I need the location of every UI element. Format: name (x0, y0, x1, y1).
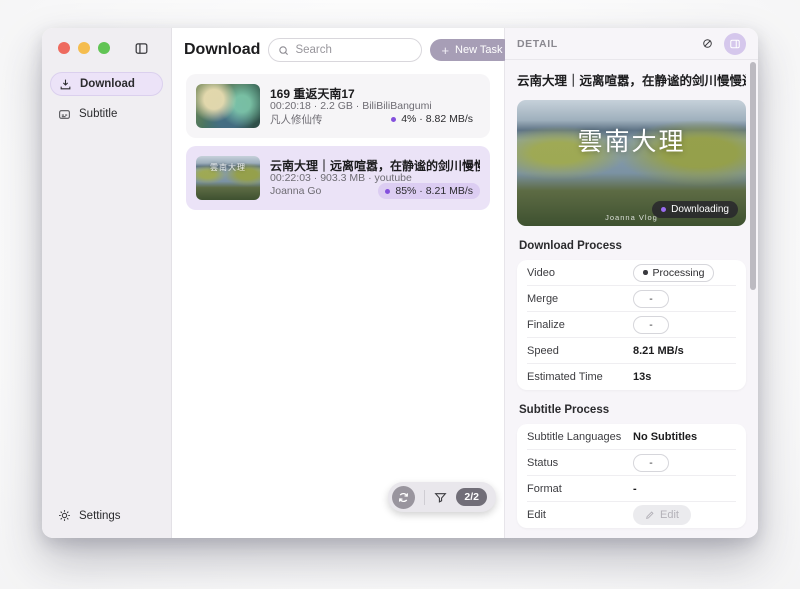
progress-dot-icon (385, 189, 390, 194)
titlebar (50, 28, 163, 68)
task-progress: 85% · 8.21 MB/s (378, 183, 480, 199)
task-list: 169 重返天南17 00:20:18 · 2.2 GB · BiliBiliB… (172, 72, 504, 210)
pencil-icon (645, 510, 655, 520)
pin-button[interactable] (701, 37, 714, 50)
detail-row-speed: Speed 8.21 MB/s (527, 338, 736, 364)
task-card[interactable]: 169 重返天南17 00:20:18 · 2.2 GB · BiliBiliB… (186, 74, 490, 138)
search-icon (278, 45, 289, 56)
subtitle-process-card: Subtitle Languages No Subtitles Status -… (517, 424, 746, 528)
task-counter-badge: 2/2 (456, 488, 487, 506)
task-card-selected[interactable]: 雲南大理 云南大理｜远离喧嚣，在静谧的剑川慢慢... 00:22:03 · 90… (186, 146, 490, 210)
sidebar-item-download[interactable]: Download (50, 72, 163, 96)
detail-row-status: Status - (527, 450, 736, 476)
detail-caption: DETAIL (517, 38, 558, 50)
status-pill: - (633, 316, 669, 334)
task-title: 云南大理｜远离喧嚣，在静谧的剑川慢慢... (270, 157, 480, 172)
task-progress: 4% · 8.82 MB/s (384, 111, 480, 127)
task-author: Joanna Go (270, 185, 321, 197)
format-value: - (633, 483, 736, 495)
download-process-card: Video Processing Merge - Finali (517, 260, 746, 390)
new-task-button[interactable]: + New Task (430, 39, 513, 61)
list-toolbar: 2/2 (388, 482, 496, 512)
task-thumbnail: 雲南大理 (196, 156, 260, 200)
toolbar-divider (424, 490, 425, 505)
detail-thumbnail: 雲南大理 Joanna Vlog Downloading (517, 100, 746, 226)
search-input[interactable] (295, 44, 412, 56)
status-pill: Processing (633, 264, 714, 282)
subtitle-icon (58, 108, 71, 121)
detail-title: 云南大理｜远离喧嚣，在静谧的剑川慢慢逛｜千... (517, 70, 746, 89)
sidebar: Download Subtitle Settings (42, 28, 172, 538)
sidebar-toggle-icon[interactable] (134, 41, 149, 56)
plus-icon: + (441, 44, 449, 57)
task-thumbnail (196, 84, 260, 128)
detail-body: 云南大理｜远离喧嚣，在静谧的剑川慢慢逛｜千... 雲南大理 Joanna Vlo… (505, 70, 758, 538)
thumbnail-overlay-title: 雲南大理 (517, 122, 746, 158)
funnel-icon (434, 491, 447, 504)
section-heading-subtitle-process: Subtitle Process (519, 404, 744, 416)
desktop-background: Download Subtitle Settings Download (0, 0, 800, 589)
sidebar-item-subtitle[interactable]: Subtitle (50, 102, 163, 126)
subtitle-languages-value: No Subtitles (633, 431, 736, 443)
detail-header: DETAIL (505, 28, 758, 60)
main-header: Download + New Task (172, 28, 504, 72)
sidebar-nav: Download Subtitle (50, 72, 163, 126)
panel-icon (729, 38, 741, 50)
detail-row-subtitle-languages: Subtitle Languages No Subtitles (527, 424, 736, 450)
edit-subtitle-button[interactable]: Edit (633, 505, 691, 525)
detail-panel-toggle-button[interactable] (724, 33, 746, 55)
speed-value: 8.21 MB/s (633, 345, 736, 357)
page-title: Download (184, 41, 260, 59)
status-pill: - (633, 454, 669, 472)
sidebar-item-settings[interactable]: Settings (58, 509, 121, 522)
task-meta: 00:22:03 · 903.3 MB · youtube (270, 172, 480, 183)
status-pill: - (633, 290, 669, 308)
detail-row-finalize: Finalize - (527, 312, 736, 338)
detail-row-edit: Edit Edit (527, 502, 736, 528)
zoom-button[interactable] (98, 42, 110, 54)
detail-row-estimated-time: Estimated Time 13s (527, 364, 736, 390)
status-dot-icon (661, 207, 666, 212)
sidebar-item-label: Download (80, 78, 135, 90)
downloading-badge: Downloading (652, 201, 738, 218)
detail-scrollbar[interactable] (750, 62, 756, 290)
detail-panel: DETAIL 云南大理｜远离喧嚣，在静谧的剑川慢慢逛｜千... 雲南大理 Joa… (505, 28, 758, 538)
minimize-button[interactable] (78, 42, 90, 54)
search-field[interactable] (268, 38, 422, 62)
task-meta: 00:20:18 · 2.2 GB · BiliBiliBangumi (270, 100, 480, 111)
section-heading-download-process: Download Process (519, 240, 744, 252)
filter-button[interactable] (434, 491, 447, 504)
detail-row-merge: Merge - (527, 286, 736, 312)
main-panel: Download + New Task 169 重返天南17 (172, 28, 505, 538)
task-author: 凡人修仙传 (270, 112, 323, 127)
close-button[interactable] (58, 42, 70, 54)
thumbnail-overlay-text: 雲南大理 (196, 162, 260, 173)
pin-icon (701, 37, 714, 50)
new-task-label: New Task (455, 44, 502, 56)
task-title: 169 重返天南17 (270, 85, 480, 100)
refresh-button[interactable] (392, 486, 415, 509)
download-icon (59, 78, 72, 91)
gear-icon (58, 509, 71, 522)
app-window: Download Subtitle Settings Download (42, 28, 758, 538)
settings-label: Settings (79, 510, 121, 522)
refresh-icon (397, 491, 410, 504)
detail-row-video: Video Processing (527, 260, 736, 286)
progress-dot-icon (391, 117, 396, 122)
estimated-time-value: 13s (633, 371, 736, 383)
status-dot-icon (643, 270, 648, 275)
detail-row-format: Format - (527, 476, 736, 502)
sidebar-item-label: Subtitle (79, 108, 117, 120)
